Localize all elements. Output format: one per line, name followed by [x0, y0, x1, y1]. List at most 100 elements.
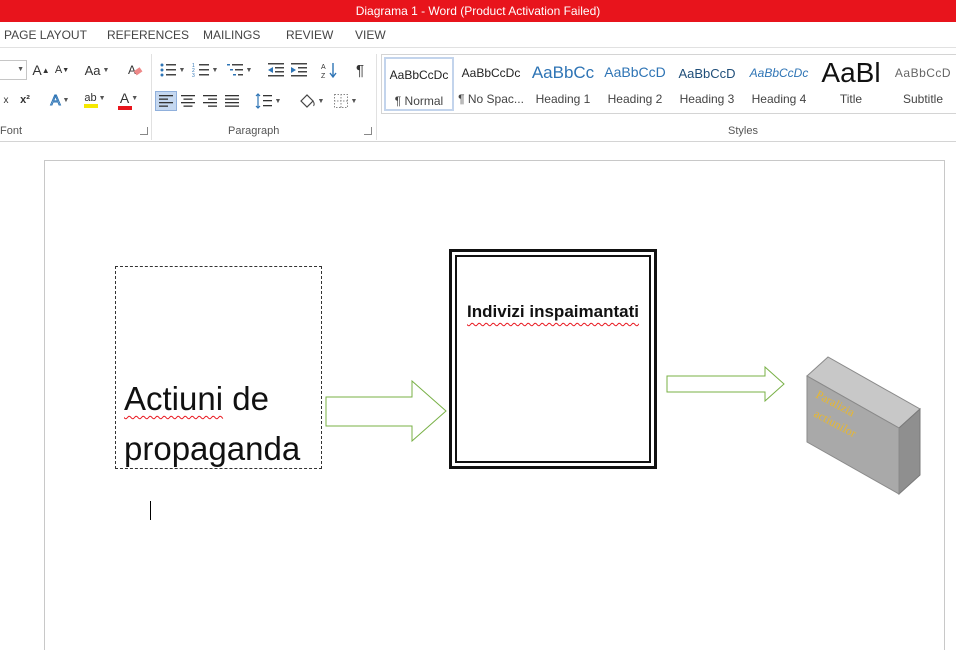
style-name: Heading 2	[607, 92, 663, 106]
chevron-down-icon: ▼	[274, 97, 282, 105]
numbering-button[interactable]: 1 2 3 ▼	[190, 60, 220, 80]
pilcrow-icon: ¶	[355, 61, 365, 79]
highlight-color-button[interactable]: ab ▼	[80, 90, 110, 110]
ribbon: ▼ A ▲ A ▼ Aa ▼ A x x² A ▼ ab ▼ A ▼ Font ▼ 1 2 3 ▼…	[0, 48, 956, 142]
style-name: Title	[839, 92, 863, 106]
grow-font-button[interactable]: A ▲	[32, 60, 50, 80]
box1-word-de: de	[223, 380, 269, 417]
style-preview: AaBbCcD	[604, 64, 666, 80]
show-formatting-button[interactable]: ¶	[350, 60, 370, 80]
justify-icon	[225, 95, 239, 107]
paragraph-group-label: Paragraph	[228, 125, 280, 137]
box2-label: Indivizi inspaimantati	[467, 302, 639, 321]
chevron-down-icon: ▼	[62, 96, 70, 104]
change-case-label: Aa	[84, 62, 101, 78]
align-center-icon	[181, 95, 195, 107]
chevron-down-icon: ▼	[245, 66, 253, 74]
window-title-bar: Diagrama 1 - Word (Product Activation Fa…	[0, 0, 956, 22]
window-title: Diagrama 1 - Word (Product Activation Fa…	[355, 4, 601, 18]
font-dialog-launcher-icon[interactable]	[140, 127, 148, 135]
style-name: Heading 1	[535, 92, 591, 106]
superscript-button[interactable]: x²	[16, 90, 34, 110]
svg-text:A: A	[128, 63, 136, 77]
shading-button[interactable]: ▼	[295, 91, 327, 111]
style-name: Heading 4	[751, 92, 807, 106]
style-preview: AaBbCcD	[894, 66, 952, 80]
styles-gallery: AaBbCcDc ¶ Normal AaBbCcDc ¶ No Spac... …	[381, 54, 956, 114]
multilevel-list-button[interactable]: ▼	[224, 60, 254, 80]
svg-text:A: A	[321, 64, 326, 71]
style-name: Subtitle	[902, 92, 944, 106]
style-heading-2[interactable]: AaBbCcD Heading 2	[600, 57, 670, 111]
frightened-individuals-box[interactable]: Indivizi inspaimantati	[449, 249, 657, 469]
align-right-icon	[203, 95, 217, 107]
align-right-button[interactable]	[200, 91, 220, 111]
sort-button[interactable]: AZ	[318, 60, 340, 80]
borders-icon	[333, 94, 348, 108]
ribbon-tabs: PAGE LAYOUT REFERENCES MAILINGS REVIEW V…	[0, 22, 956, 48]
increase-indent-icon	[291, 63, 307, 77]
style-heading-3[interactable]: AaBbCcD Heading 3	[672, 57, 742, 111]
paragraph-dialog-launcher-icon[interactable]	[364, 127, 372, 135]
style-heading-4[interactable]: AaBbCcDc Heading 4	[744, 57, 814, 111]
bullets-icon	[160, 63, 176, 77]
tab-references[interactable]: REFERENCES	[107, 28, 189, 42]
justify-button[interactable]	[222, 91, 242, 111]
style-heading-1[interactable]: AaBbCc Heading 1	[528, 57, 598, 111]
text-effects-button[interactable]: A ▼	[46, 90, 74, 110]
paint-bucket-icon	[299, 94, 315, 108]
tab-review[interactable]: REVIEW	[286, 28, 333, 42]
line-spacing-button[interactable]: ▼	[253, 91, 283, 111]
style-preview: AaBbCcD	[678, 66, 736, 81]
align-left-button[interactable]	[155, 91, 177, 111]
clear-formatting-button[interactable]: A	[124, 60, 146, 80]
style-preview: AaBbCc	[531, 63, 595, 82]
style-normal[interactable]: AaBbCcDc ¶ Normal	[384, 57, 454, 111]
svg-text:3: 3	[192, 73, 195, 78]
tab-mailings[interactable]: MAILINGS	[203, 28, 260, 42]
tab-view[interactable]: VIEW	[355, 28, 386, 42]
font-color-swatch	[118, 106, 132, 110]
style-name: ¶ Normal	[394, 94, 444, 108]
decrease-indent-button[interactable]	[265, 60, 287, 80]
style-preview: AaBbCcDc	[749, 66, 809, 80]
style-preview: AaBbCcDc	[389, 68, 449, 82]
font-size-box[interactable]: ▼	[0, 60, 27, 80]
style-subtitle[interactable]: AaBbCcD Subtitle	[888, 57, 956, 111]
sort-icon: AZ	[321, 63, 337, 79]
font-color-button[interactable]: A ▼	[114, 90, 144, 110]
group-separator	[151, 54, 152, 140]
propaganda-text-box[interactable]: Actiuni de propaganda	[115, 266, 322, 469]
style-name: Heading 3	[679, 92, 735, 106]
chevron-down-icon: ▼	[211, 66, 219, 74]
subscript-button[interactable]: x	[0, 90, 12, 110]
box2-inner-border: Indivizi inspaimantati	[455, 255, 651, 463]
borders-button[interactable]: ▼	[330, 91, 360, 111]
line-spacing-icon	[255, 93, 272, 109]
style-no-spacing[interactable]: AaBbCcDc ¶ No Spac...	[456, 57, 526, 111]
change-case-button[interactable]: Aa ▼	[82, 60, 112, 80]
highlight-label: ab	[84, 92, 97, 104]
style-preview: AaBbCcDc	[461, 66, 521, 80]
font-group-label: Font	[0, 125, 23, 137]
align-left-icon	[159, 95, 173, 107]
grow-font-label: A	[32, 62, 42, 78]
shrink-font-button[interactable]: A ▼	[54, 60, 70, 80]
align-center-button[interactable]	[178, 91, 198, 111]
shrink-font-label: A	[54, 64, 63, 76]
font-color-label: A	[119, 90, 130, 106]
style-title[interactable]: AaBl Title	[816, 57, 886, 111]
increase-indent-button[interactable]	[288, 60, 310, 80]
tab-page-layout[interactable]: PAGE LAYOUT	[4, 28, 87, 42]
style-name: ¶ No Spac...	[458, 92, 524, 106]
styles-group-label: Styles	[728, 125, 758, 137]
group-separator	[376, 54, 377, 140]
multilevel-list-icon	[226, 64, 243, 76]
bullets-button[interactable]: ▼	[157, 60, 187, 80]
box1-line2: propaganda	[124, 430, 301, 467]
propaganda-text: Actiuni de propaganda	[124, 374, 300, 474]
box1-word-actiuni: Actiuni	[124, 380, 224, 417]
chevron-down-icon: ▼	[131, 94, 139, 102]
decrease-indent-icon	[268, 63, 284, 77]
chevron-down-icon: ▼	[350, 97, 358, 105]
